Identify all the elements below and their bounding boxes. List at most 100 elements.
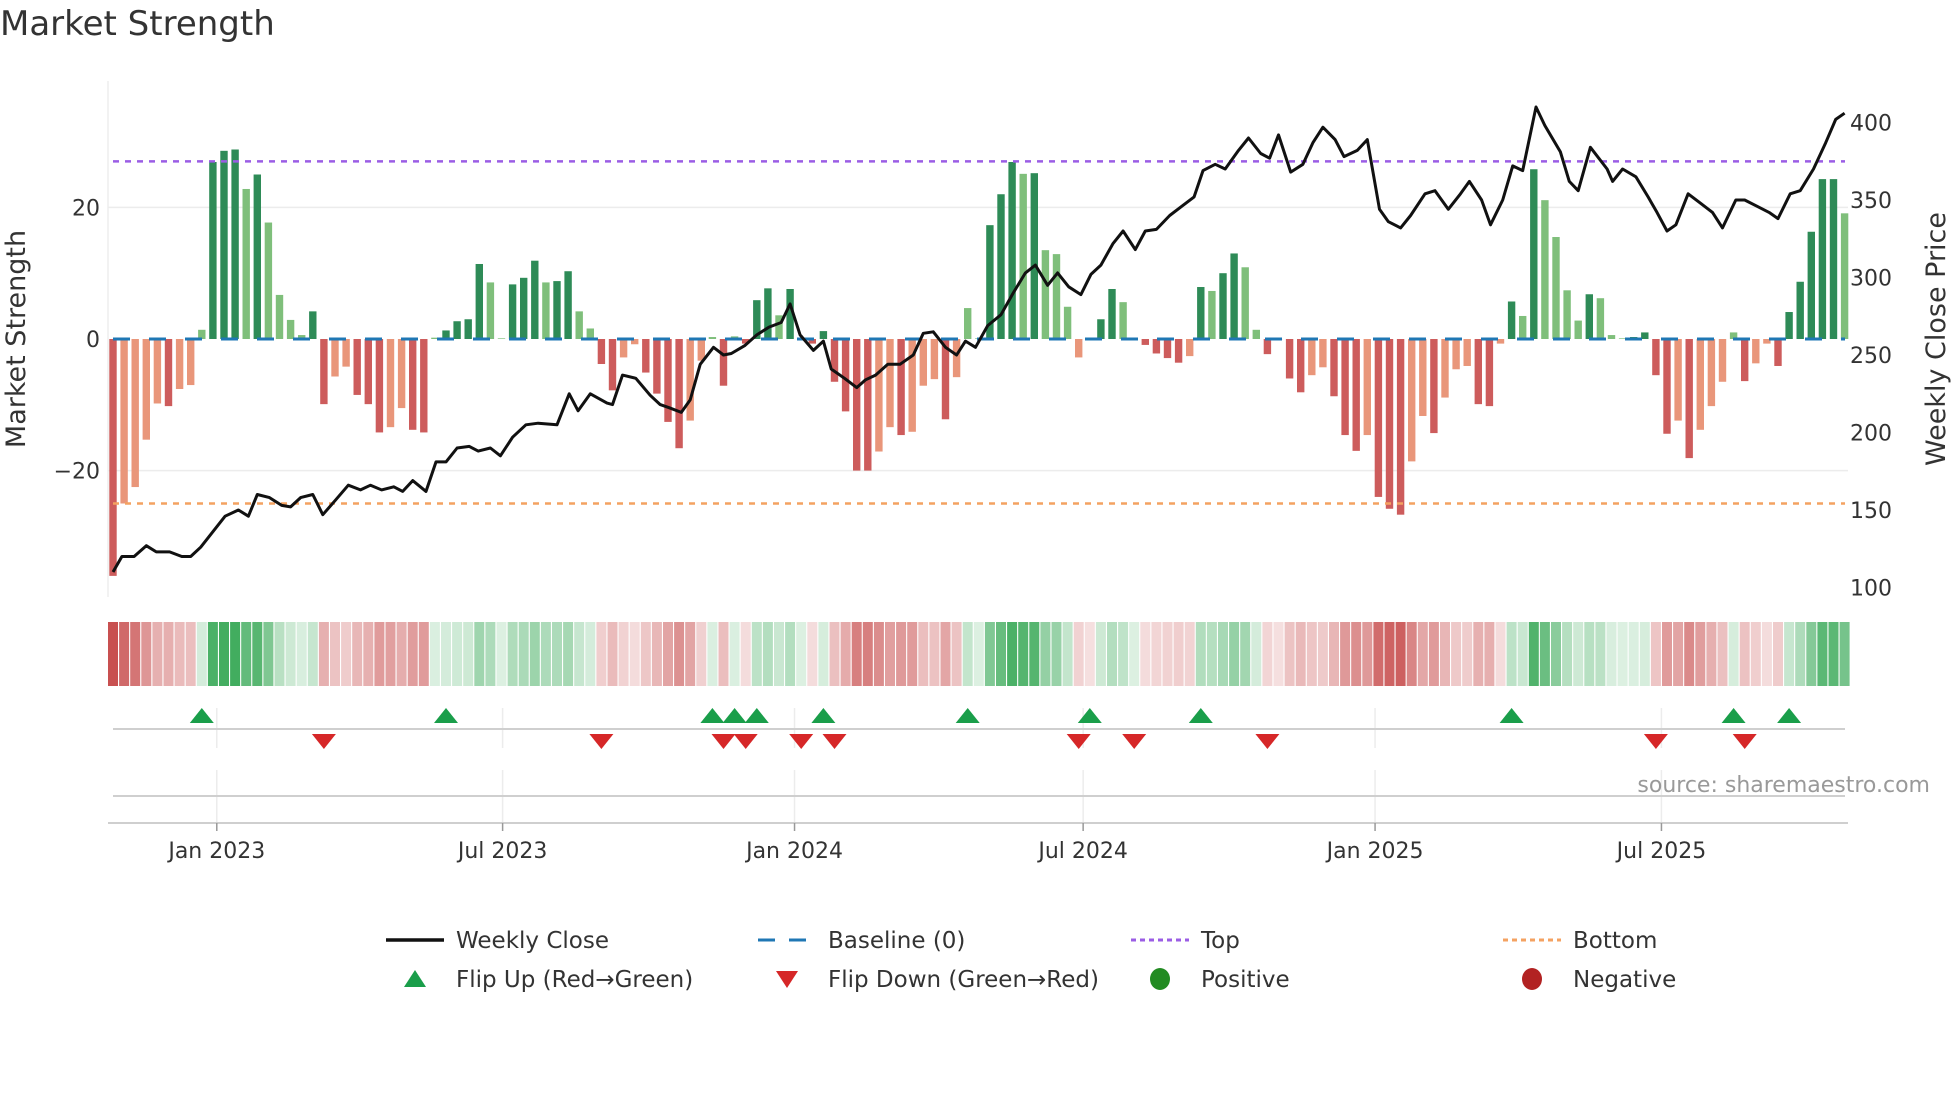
flip-down-marker bbox=[822, 734, 847, 749]
strength-bar bbox=[1452, 339, 1460, 370]
regime-strip-cell bbox=[885, 622, 895, 686]
regime-strip-cell bbox=[751, 622, 762, 686]
strength-bar bbox=[1718, 339, 1727, 382]
strength-bar bbox=[1474, 339, 1482, 405]
regime-strip-cell bbox=[529, 622, 540, 686]
strength-bar bbox=[209, 161, 217, 339]
market-strength-chart: 200−20400350300250200150100Market Streng… bbox=[1, 81, 1952, 993]
regime-strip-cell bbox=[196, 622, 207, 686]
strength-bar bbox=[1641, 332, 1649, 339]
strength-bar bbox=[1219, 273, 1227, 339]
y2-tick-label: 400 bbox=[1850, 112, 1892, 137]
strength-bar bbox=[1652, 339, 1660, 376]
regime-strip-cell bbox=[1673, 622, 1684, 686]
strength-bar bbox=[453, 321, 461, 339]
strength-bar bbox=[1441, 339, 1449, 398]
regime-strip-cell bbox=[474, 622, 485, 686]
y-tick-label: 0 bbox=[86, 328, 100, 353]
regime-strip-cell bbox=[618, 622, 629, 686]
strength-bar bbox=[1774, 339, 1782, 366]
strength-bar bbox=[1063, 306, 1072, 339]
regime-strip-cell bbox=[1051, 622, 1062, 686]
strength-bar bbox=[930, 339, 939, 380]
strength-bar bbox=[1197, 287, 1205, 339]
regime-strip-cell bbox=[1151, 622, 1162, 686]
regime-strip-cell bbox=[696, 622, 707, 686]
strength-bar bbox=[275, 294, 284, 339]
regime-strip-cell bbox=[141, 622, 152, 686]
regime-strip-cell bbox=[163, 622, 174, 686]
strength-bar bbox=[1663, 339, 1671, 434]
strength-bar bbox=[597, 339, 606, 365]
regime-strip-cell bbox=[840, 622, 851, 686]
regime-strip-cell bbox=[1095, 622, 1106, 686]
regime-strip-cell bbox=[1828, 622, 1839, 686]
regime-strip-cell bbox=[740, 622, 751, 686]
regime-strip-cell bbox=[785, 622, 796, 686]
strength-bar bbox=[486, 282, 495, 339]
strength-bar bbox=[508, 284, 517, 339]
regime-strip-cell bbox=[1717, 622, 1728, 686]
strength-bar bbox=[1785, 312, 1793, 339]
strength-bar bbox=[1507, 301, 1516, 339]
regime-strip-cell bbox=[285, 622, 296, 686]
regime-strip-cell bbox=[1628, 622, 1639, 686]
strength-bar bbox=[464, 319, 472, 339]
strength-bar bbox=[1674, 339, 1682, 421]
regime-strip-cell bbox=[1018, 622, 1029, 686]
regime-strip-cell bbox=[1218, 622, 1228, 686]
regime-strip-cell bbox=[1062, 622, 1073, 686]
flip-down-marker bbox=[1643, 734, 1668, 749]
regime-strip-cell bbox=[1662, 622, 1672, 686]
strength-bar bbox=[608, 339, 617, 391]
regime-strip-cell bbox=[1584, 622, 1595, 686]
strength-bar bbox=[1485, 339, 1494, 407]
regime-strip-cell bbox=[1606, 622, 1617, 686]
regime-strip-cell bbox=[1107, 622, 1117, 686]
strength-bar bbox=[941, 339, 950, 420]
legend-label: Negative bbox=[1573, 967, 1676, 993]
strength-bar bbox=[1008, 161, 1016, 339]
y-axis-label: Market Strength bbox=[1, 230, 32, 448]
regime-strip-cell bbox=[1373, 622, 1384, 686]
strength-bar bbox=[1352, 339, 1360, 451]
strength-bar bbox=[1396, 339, 1405, 515]
strength-bar bbox=[1530, 169, 1538, 339]
regime-strip-cell bbox=[274, 622, 285, 686]
strength-bar bbox=[1163, 339, 1172, 359]
regime-strip-cell bbox=[796, 622, 807, 686]
regime-strip-cell bbox=[1162, 622, 1173, 686]
strength-bar bbox=[853, 339, 861, 471]
legend-label: Flip Up (Red→Green) bbox=[456, 967, 693, 993]
regime-strip-cell bbox=[1129, 622, 1140, 686]
regime-strip-cell bbox=[962, 622, 973, 686]
flip-up-marker bbox=[955, 708, 980, 723]
regime-strip-cell bbox=[1484, 622, 1495, 686]
strength-bar bbox=[708, 337, 717, 339]
regime-strip-cell bbox=[1495, 622, 1506, 686]
strength-bar bbox=[175, 339, 184, 390]
strength-bar bbox=[1385, 339, 1394, 509]
regime-strip-cell bbox=[1517, 622, 1528, 686]
flip-up-marker bbox=[1188, 708, 1213, 723]
regime-strip-cell bbox=[674, 622, 685, 686]
strength-bar bbox=[1363, 339, 1371, 436]
strength-bar bbox=[109, 339, 117, 576]
regime-strip-cell bbox=[108, 622, 118, 686]
regime-strip-cell bbox=[1040, 622, 1051, 686]
regime-strip-cell bbox=[1206, 622, 1217, 686]
regime-strip-cell bbox=[1262, 622, 1273, 686]
strength-bar bbox=[897, 339, 905, 436]
regime-strip-cell bbox=[518, 622, 529, 686]
regime-strip-cell bbox=[1340, 622, 1351, 686]
regime-strip-cell bbox=[1784, 622, 1795, 686]
regime-strip-cell bbox=[996, 622, 1006, 686]
regime-strip-cell bbox=[1639, 622, 1650, 686]
x-tick-label: Jul 2025 bbox=[1615, 839, 1707, 864]
y2-tick-label: 100 bbox=[1850, 577, 1892, 602]
strength-bar bbox=[253, 174, 261, 339]
strength-bar bbox=[841, 339, 850, 412]
regime-strip-cell bbox=[1007, 622, 1018, 686]
y2-tick-label: 300 bbox=[1850, 267, 1892, 292]
strength-bar bbox=[264, 222, 273, 339]
